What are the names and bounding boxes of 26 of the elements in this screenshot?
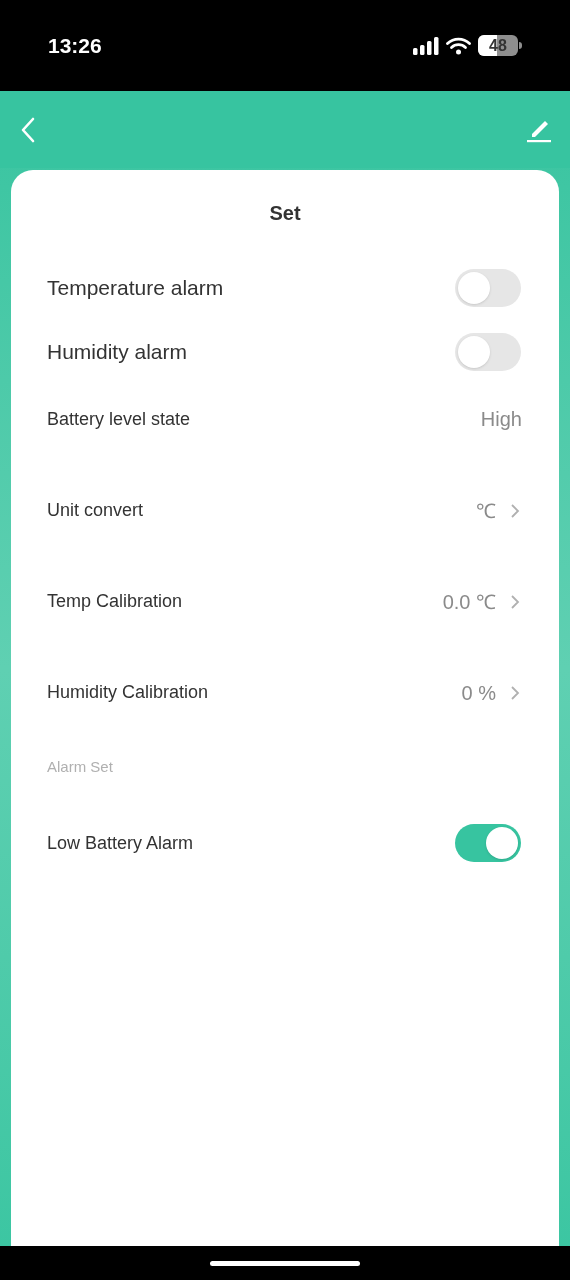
setting-value: High: [480, 407, 522, 432]
status-time: 13:26: [48, 32, 102, 59]
setting-label: Temperature alarm: [47, 275, 224, 302]
setting-value: ℃: [476, 498, 496, 524]
chevron-right-icon: [510, 502, 520, 519]
wifi-icon: [446, 36, 471, 55]
chevron-right-icon: [510, 593, 520, 610]
toggle-switch[interactable]: [455, 269, 521, 307]
back-icon: [20, 116, 36, 143]
setting-label: Low Battery Alarm: [47, 831, 194, 855]
setting-label: Temp Calibration: [47, 590, 183, 613]
card-title: Set: [269, 201, 301, 226]
setting-value: 0 %: [461, 680, 496, 706]
toggle-switch[interactable]: [455, 824, 521, 862]
signal-icon: [413, 36, 439, 55]
toggle-switch[interactable]: [455, 333, 521, 371]
section-heading: Alarm Set: [47, 756, 113, 777]
setting-label: Battery level state: [47, 407, 191, 431]
setting-label: Humidity alarm: [47, 339, 188, 366]
chevron-right-icon: [510, 684, 520, 701]
setting-label: Humidity Calibration: [47, 681, 209, 704]
setting-value: 0.0 ℃: [442, 589, 496, 615]
setting-row[interactable]: Humidity Calibration 0 %: [11, 647, 559, 738]
setting-label: Unit convert: [47, 499, 144, 522]
setting-row[interactable]: Temp Calibration 0.0 ℃: [11, 556, 559, 647]
setting-row[interactable]: Unit convert ℃: [11, 465, 559, 556]
